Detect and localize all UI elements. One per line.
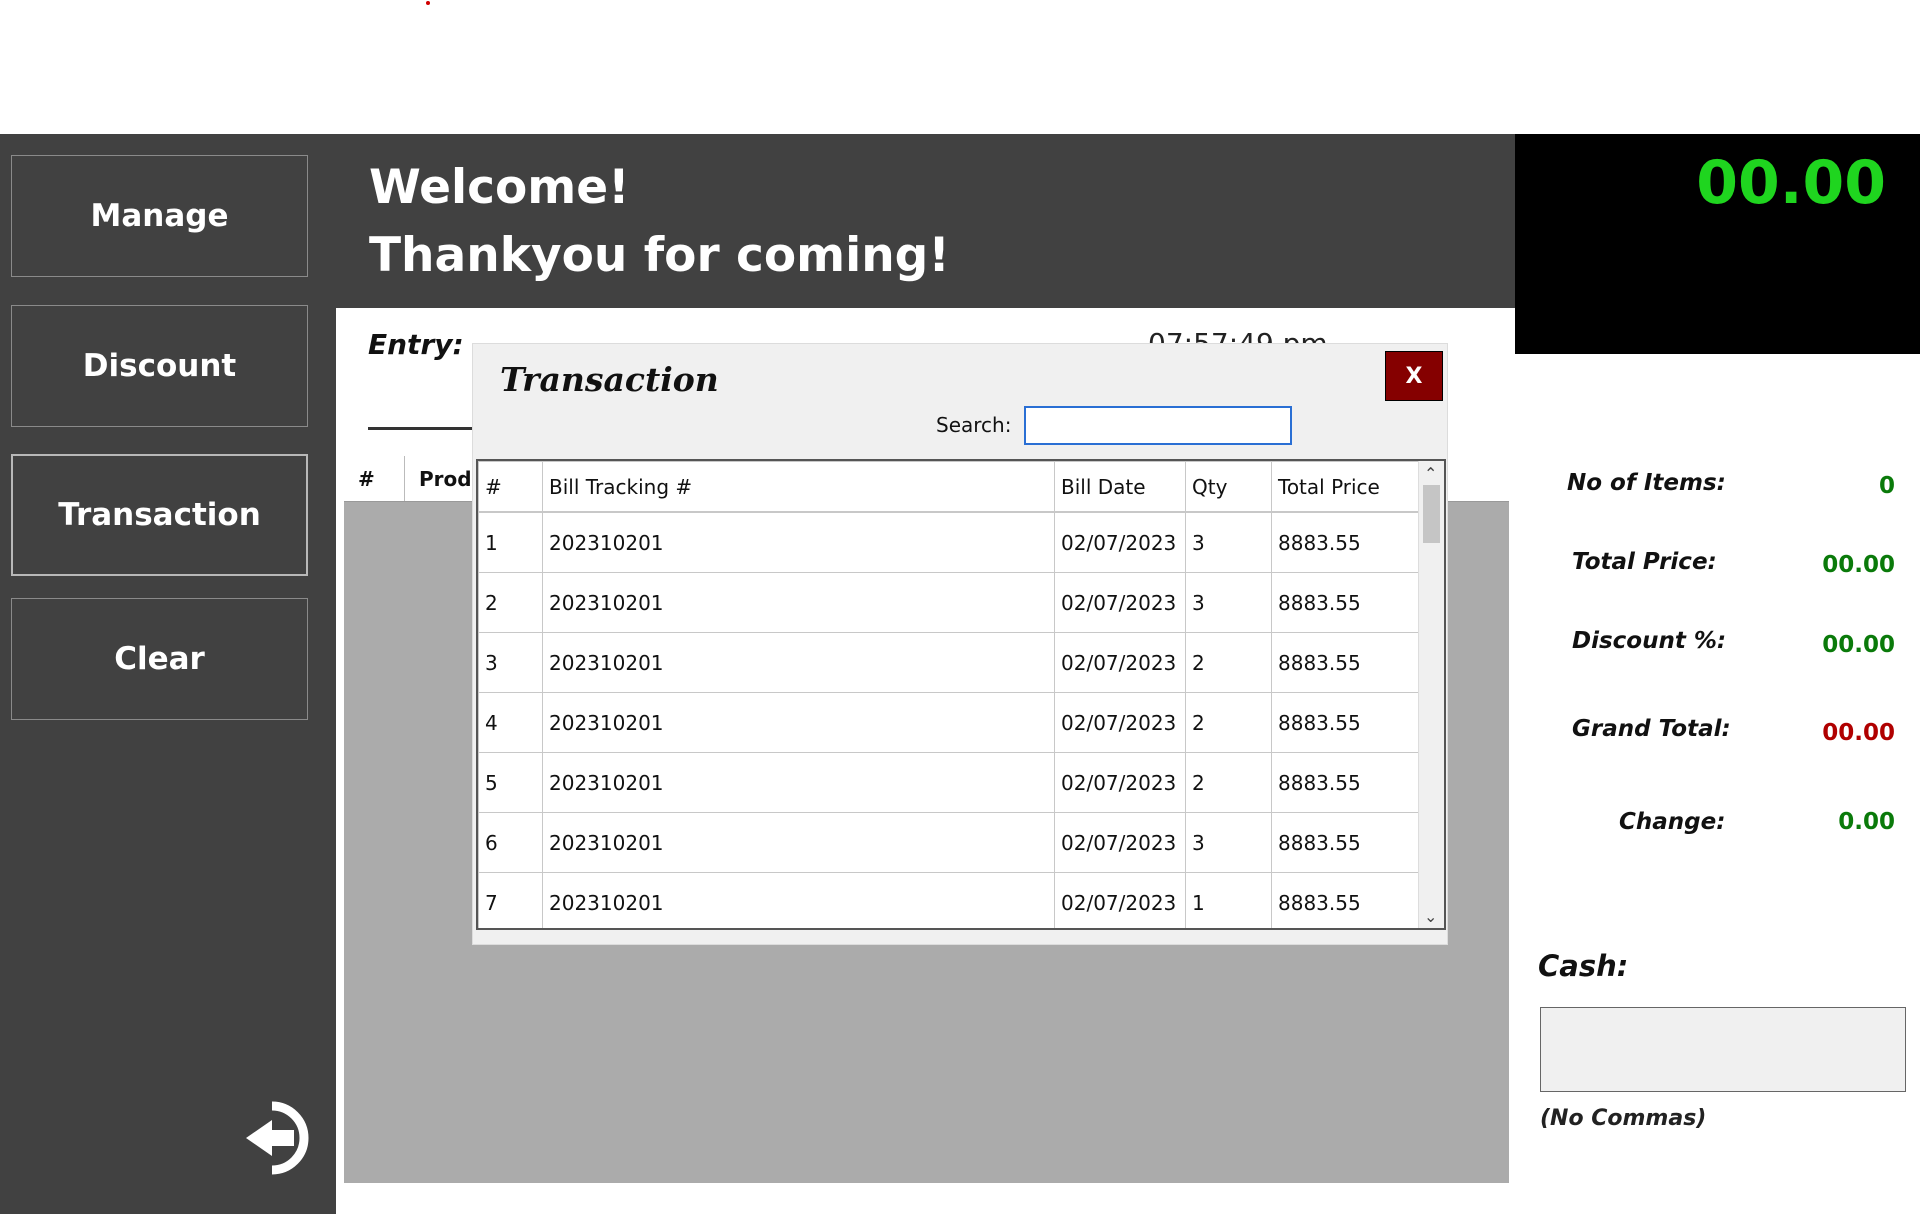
entry-label: Entry: (368, 328, 464, 361)
search-label: Search: (936, 413, 1012, 437)
close-button[interactable]: X (1385, 351, 1443, 401)
change-value: 0.00 (1838, 809, 1895, 835)
dialog-title: Transaction (500, 360, 719, 399)
scroll-thumb[interactable] (1423, 485, 1440, 543)
scroll-up-icon[interactable]: ⌃ (1424, 464, 1437, 483)
total-price: 8883.55 (1271, 572, 1422, 633)
bill-tracking: 202310201 (542, 752, 1055, 813)
row-number: 3 (478, 632, 543, 693)
qty: 3 (1185, 572, 1272, 633)
bill-date: 02/07/2023 (1054, 812, 1186, 873)
transaction-button[interactable]: Transaction (11, 454, 308, 576)
column-header-qty[interactable]: Qty (1185, 461, 1272, 513)
bill-tracking: 202310201 (542, 572, 1055, 633)
total-price: 8883.55 (1271, 812, 1422, 873)
bill-date: 02/07/2023 (1054, 872, 1186, 928)
items-value: 0 (1878, 473, 1895, 499)
total-price-label: Total Price: (1572, 549, 1717, 575)
bill-tracking: 202310201 (542, 632, 1055, 693)
welcome-subtitle: Thankyou for coming! (369, 228, 950, 283)
status-dot (426, 1, 430, 5)
logout-icon[interactable] (232, 1098, 312, 1178)
qty: 3 (1185, 511, 1272, 573)
table-header-row: # Bill Tracking # Bill Date Qty Total Pr… (478, 461, 1422, 513)
bill-tracking: 202310201 (542, 692, 1055, 753)
total-price: 8883.55 (1271, 692, 1422, 753)
table-row[interactable]: 7 202310201 02/07/2023 1 8883.55 (478, 872, 1422, 928)
row-number: 2 (478, 572, 543, 633)
sidebar: Manage Discount Transaction Clear (0, 134, 336, 1214)
bill-date: 02/07/2023 (1054, 752, 1186, 813)
welcome-title: Welcome! (369, 160, 630, 215)
change-label: Change: (1619, 809, 1726, 835)
bill-date: 02/07/2023 (1054, 632, 1186, 693)
bill-tracking: 202310201 (542, 511, 1055, 573)
grand-total-label: Grand Total: (1572, 716, 1731, 742)
grand-total-value: 00.00 (1822, 720, 1895, 746)
grid-column-divider (404, 456, 405, 501)
column-header-bill-tracking[interactable]: Bill Tracking # (542, 461, 1055, 513)
discount-label: Discount %: (1572, 628, 1727, 654)
table-row[interactable]: 5 202310201 02/07/2023 2 8883.55 (478, 752, 1422, 813)
grid-column-number: # (358, 467, 375, 491)
table-row[interactable]: 3 202310201 02/07/2023 2 8883.55 (478, 632, 1422, 693)
discount-value: 00.00 (1822, 632, 1895, 658)
clear-button[interactable]: Clear (11, 598, 308, 720)
table-row[interactable]: 1 202310201 02/07/2023 3 8883.55 (478, 511, 1422, 573)
row-number: 5 (478, 752, 543, 813)
discount-button[interactable]: Discount (11, 305, 308, 427)
row-number: 7 (478, 872, 543, 928)
column-header-number[interactable]: # (478, 461, 543, 513)
row-number: 1 (478, 511, 543, 573)
bill-tracking: 202310201 (542, 872, 1055, 928)
row-number: 4 (478, 692, 543, 753)
table-scrollbar[interactable]: ⌃ ⌄ (1418, 461, 1444, 928)
total-price: 8883.55 (1271, 632, 1422, 693)
total-price: 8883.55 (1271, 752, 1422, 813)
transaction-table[interactable]: # Bill Tracking # Bill Date Qty Total Pr… (476, 459, 1446, 930)
table-row[interactable]: 6 202310201 02/07/2023 3 8883.55 (478, 812, 1422, 873)
cash-label: Cash: (1538, 949, 1629, 983)
scroll-down-icon[interactable]: ⌄ (1424, 907, 1437, 926)
display-value: 00.00 (1696, 148, 1886, 218)
bill-date: 02/07/2023 (1054, 692, 1186, 753)
column-header-bill-date[interactable]: Bill Date (1054, 461, 1186, 513)
total-price: 8883.55 (1271, 872, 1422, 928)
qty: 3 (1185, 812, 1272, 873)
qty: 2 (1185, 632, 1272, 693)
entry-input-underline[interactable] (368, 427, 478, 430)
bill-tracking: 202310201 (542, 812, 1055, 873)
cash-input[interactable] (1540, 1007, 1906, 1092)
cash-hint: (No Commas) (1540, 1106, 1707, 1131)
items-label: No of Items: (1567, 470, 1726, 496)
column-header-total-price[interactable]: Total Price (1271, 461, 1422, 513)
bill-date: 02/07/2023 (1054, 572, 1186, 633)
total-price-value: 00.00 (1822, 552, 1895, 578)
bill-date: 02/07/2023 (1054, 511, 1186, 573)
qty: 1 (1185, 872, 1272, 928)
qty: 2 (1185, 692, 1272, 753)
table-row[interactable]: 2 202310201 02/07/2023 3 8883.55 (478, 572, 1422, 633)
table-row[interactable]: 4 202310201 02/07/2023 2 8883.55 (478, 692, 1422, 753)
row-number: 6 (478, 812, 543, 873)
qty: 2 (1185, 752, 1272, 813)
manage-button[interactable]: Manage (11, 155, 308, 277)
total-price: 8883.55 (1271, 511, 1422, 573)
search-input[interactable] (1024, 406, 1292, 445)
